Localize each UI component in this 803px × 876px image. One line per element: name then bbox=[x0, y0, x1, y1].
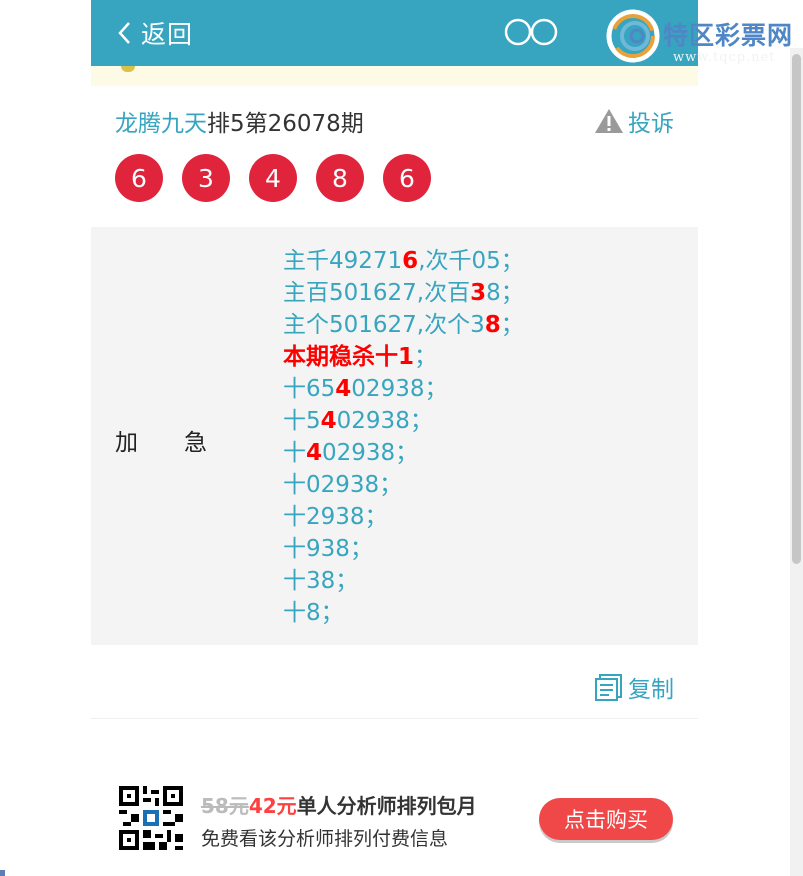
result-ball: 6 bbox=[383, 154, 431, 202]
prediction-line: 十65402938； bbox=[283, 373, 524, 405]
page: 返回 龙腾九天排5第26078期 投诉 6 3 4 8 6 加急 主千49271… bbox=[91, 0, 698, 876]
buy-button[interactable]: 点击购买 bbox=[539, 798, 673, 840]
highlight-text: 3 bbox=[470, 280, 487, 306]
watermark-logo: 特区彩票网 www.tqcp.net bbox=[603, 6, 793, 68]
prediction-line: 本期稳杀十1； bbox=[283, 341, 524, 373]
line-text: 主千49271 bbox=[283, 248, 403, 274]
complain-label: 投诉 bbox=[628, 111, 674, 137]
logo-swirl-icon bbox=[606, 9, 660, 63]
copy-label: 复制 bbox=[628, 677, 674, 703]
prediction-line: 十2938； bbox=[283, 501, 524, 533]
line-text: 十65 bbox=[283, 376, 336, 402]
prediction-line: 主百501627,次百38； bbox=[283, 277, 524, 309]
promo-banner: 58元42元单人分析师排列包月 免费看该分析师排列付费信息 点击购买 bbox=[91, 780, 698, 860]
line-text: 十02938； bbox=[283, 472, 403, 498]
prediction-line: 十8； bbox=[283, 597, 524, 629]
line-text: 02938； bbox=[351, 376, 448, 402]
result-ball: 8 bbox=[316, 154, 364, 202]
prediction-line: 十38； bbox=[283, 565, 524, 597]
watermark-url: www.tqcp.net bbox=[673, 50, 776, 65]
prediction-content: 加急 主千492716,次千05； 主百501627,次百38； 主个501627,… bbox=[91, 227, 698, 645]
title-row: 龙腾九天排5第26078期 投诉 bbox=[115, 104, 674, 138]
category-label: 加急 bbox=[115, 430, 253, 456]
prediction-line: 主千492716,次千05； bbox=[283, 245, 524, 277]
watermark-text: 特区彩票网 bbox=[663, 21, 794, 50]
line-text: 十2938； bbox=[283, 504, 388, 530]
copy-button[interactable]: 复制 bbox=[594, 670, 674, 704]
scrollbar-thumb[interactable] bbox=[792, 54, 801, 564]
highlight-text: 8 bbox=[484, 312, 501, 338]
result-balls: 6 3 4 8 6 bbox=[115, 154, 450, 202]
line-text: 02938； bbox=[322, 440, 419, 466]
prediction-line: 十5402938； bbox=[283, 405, 524, 437]
prediction-line: 十02938； bbox=[283, 469, 524, 501]
old-price: 58元 bbox=[201, 794, 249, 818]
line-text: 十938； bbox=[283, 536, 373, 562]
prediction-line: 十402938； bbox=[283, 437, 524, 469]
new-price: 42元 bbox=[248, 794, 297, 818]
line-text: 02938； bbox=[336, 408, 433, 434]
highlight-text: 4 bbox=[335, 376, 352, 402]
divider bbox=[91, 718, 698, 719]
prediction-line: 主个501627,次个38； bbox=[283, 309, 524, 341]
qr-code-icon bbox=[119, 786, 183, 850]
notice-dot bbox=[121, 66, 135, 72]
line-text: 8； bbox=[486, 280, 524, 306]
result-ball: 6 bbox=[115, 154, 163, 202]
result-ball: 3 bbox=[182, 154, 230, 202]
user-icon[interactable] bbox=[504, 14, 568, 54]
promo-title: 58元42元单人分析师排列包月 bbox=[201, 790, 477, 819]
chevron-left-icon bbox=[118, 22, 130, 44]
line-text: ,次千05； bbox=[418, 248, 524, 274]
promo-title-text: 单人分析师排列包月 bbox=[296, 794, 477, 818]
highlight-text: 本期稳杀十1 bbox=[283, 344, 415, 370]
line-text: 十38； bbox=[283, 568, 359, 594]
promo-subtitle: 免费看该分析师排列付费信息 bbox=[201, 828, 449, 850]
prediction-lines: 主千492716,次千05； 主百501627,次百38； 主个501627,次个3… bbox=[283, 245, 524, 629]
back-button[interactable]: 返回 bbox=[115, 16, 193, 50]
author-name[interactable]: 龙腾九天 bbox=[115, 111, 207, 137]
back-label: 返回 bbox=[141, 20, 194, 49]
line-text: 主个501627,次个3 bbox=[283, 312, 485, 338]
notice-strip bbox=[91, 66, 698, 86]
warning-icon bbox=[595, 109, 623, 133]
highlight-text: 6 bbox=[402, 248, 419, 274]
issue-title: 排5第26078期 bbox=[207, 111, 364, 137]
line-text: 主百501627,次百 bbox=[283, 280, 471, 306]
highlight-text: 4 bbox=[320, 408, 337, 434]
copy-icon bbox=[595, 674, 622, 701]
prediction-line: 十938； bbox=[283, 533, 524, 565]
line-text: 十8； bbox=[283, 600, 344, 626]
result-ball: 4 bbox=[249, 154, 297, 202]
highlight-text: 4 bbox=[306, 440, 323, 466]
complain-button[interactable]: 投诉 bbox=[594, 104, 674, 138]
line-text: ； bbox=[500, 312, 524, 338]
line-text: 十5 bbox=[283, 408, 321, 434]
scrollbar[interactable] bbox=[790, 48, 803, 876]
line-text: ； bbox=[414, 344, 438, 370]
window-edge bbox=[0, 870, 5, 876]
line-text: 十 bbox=[283, 440, 306, 466]
